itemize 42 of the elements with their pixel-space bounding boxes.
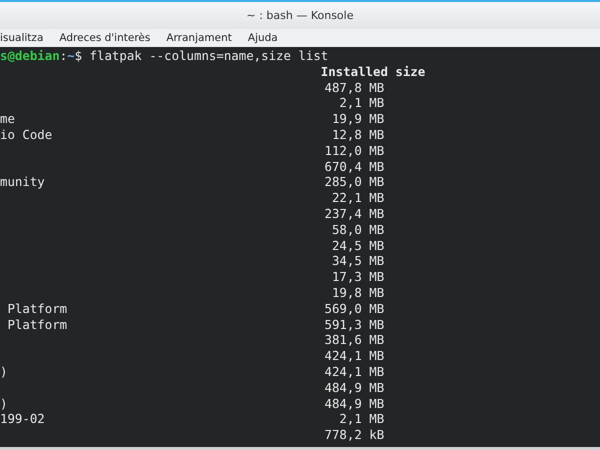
name-cell-text: Platform xyxy=(6,316,68,332)
size-cell: 2,1 MB xyxy=(339,95,384,110)
prompt-user-host: s@debian xyxy=(0,48,60,64)
size-cell: 12,8 MB xyxy=(332,126,384,142)
prompt-path: ~ xyxy=(67,48,75,64)
name-cell: 199-02 xyxy=(0,411,45,426)
column-header: Installed size xyxy=(320,64,426,80)
size-cell: 19,8 MB xyxy=(332,284,384,300)
prompt-separator: : xyxy=(60,48,68,64)
size-cell: 424,1 MB xyxy=(324,364,384,379)
menu-item[interactable]: Adreces d'interès xyxy=(57,32,152,44)
size-cell: 381,6 MB xyxy=(324,332,384,348)
size-cell: 484,9 MB xyxy=(324,380,384,395)
size-cell: 285,0 MB xyxy=(324,174,384,190)
size-cell: 34,5 MB xyxy=(332,253,384,268)
menu-item[interactable]: Ajuda xyxy=(246,32,280,44)
size-cell: 2,1 MB xyxy=(339,411,384,426)
size-cell: 484,9 MB xyxy=(324,396,384,411)
size-cell: 22,1 MB xyxy=(332,190,384,206)
size-cell: 112,0 MB xyxy=(324,142,384,158)
name-cell: munity xyxy=(0,174,45,190)
size-cell: 778,2 kB xyxy=(324,427,384,442)
name-cell-text: Platform xyxy=(6,300,68,316)
size-cell: 58,0 MB xyxy=(332,222,384,237)
size-cell: 670,4 MB xyxy=(324,158,384,174)
size-cell: 424,1 MB xyxy=(324,348,384,364)
command-text: flatpak --columns=name,size list xyxy=(90,48,328,64)
name-cell: io Code xyxy=(0,126,52,142)
menu-item[interactable]: isualitza xyxy=(0,32,46,44)
size-cell: 19,9 MB xyxy=(332,111,384,126)
name-cell: me xyxy=(0,111,15,126)
size-cell: 237,4 MB xyxy=(324,206,384,221)
size-cell: 487,8 MB xyxy=(324,80,384,95)
name-cell: ) xyxy=(0,396,8,411)
menu-item[interactable]: Arranjament xyxy=(164,32,234,44)
window-title: ~ : bash — Konsole xyxy=(246,9,354,22)
size-cell: 591,3 MB xyxy=(324,316,384,332)
size-cell: 569,0 MB xyxy=(324,300,384,316)
name-cell: ) xyxy=(0,364,8,379)
size-cell: 24,5 MB xyxy=(332,238,384,253)
prompt-symbol: $ xyxy=(74,48,82,64)
size-cell: 17,3 MB xyxy=(332,269,384,284)
